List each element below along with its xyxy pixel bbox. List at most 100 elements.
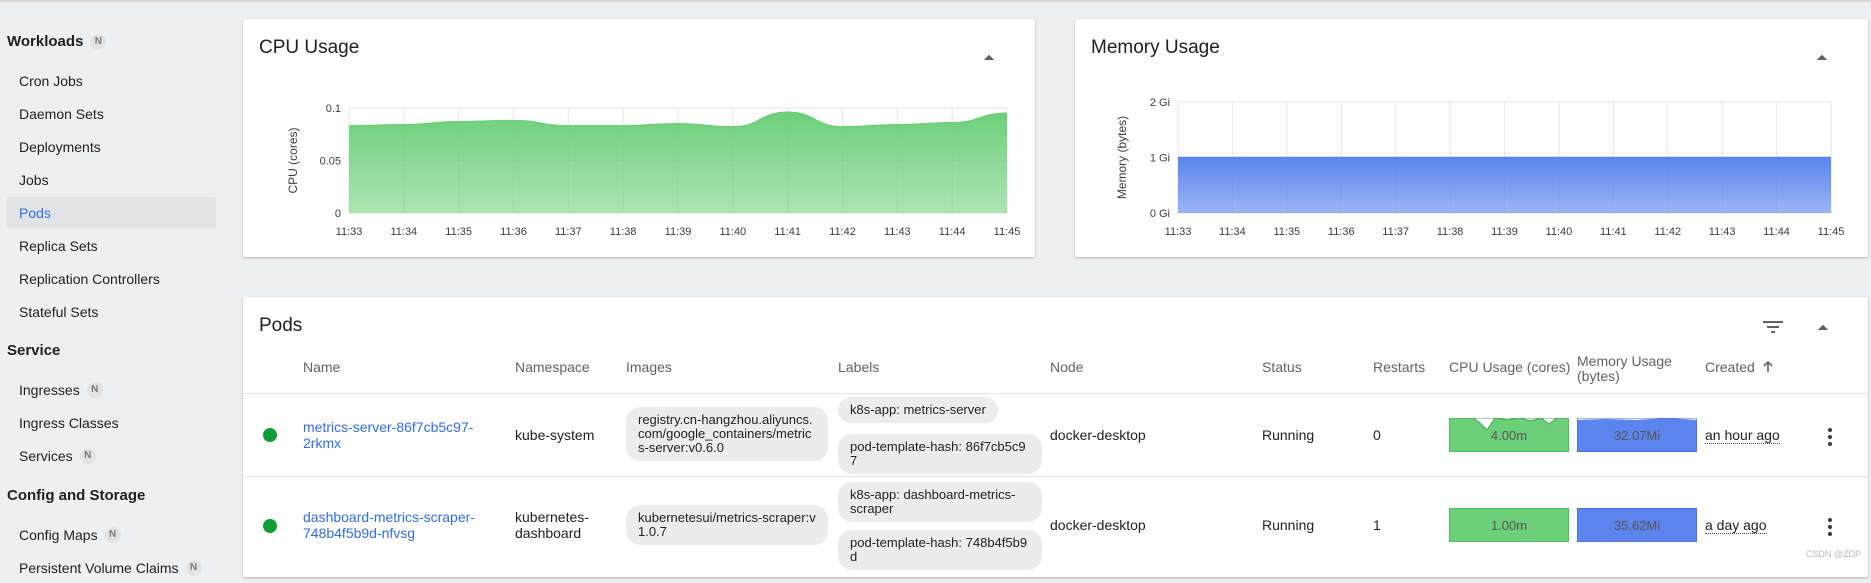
sidebar-nav: Workloads N Cron Jobs Daemon Sets Deploy… xyxy=(0,2,228,567)
pod-name-link[interactable]: dashboard-metrics-scraper-748b4f5b9d-nfv… xyxy=(303,509,493,541)
sidebar-item-daemon-sets[interactable]: Daemon Sets xyxy=(7,98,216,129)
sidebar-item-replica-sets[interactable]: Replica Sets xyxy=(7,230,216,261)
column-header-namespace[interactable]: Namespace xyxy=(515,360,590,375)
watermark: CSDN @ZDP xyxy=(1806,549,1861,559)
column-header-label: Created xyxy=(1705,359,1755,375)
new-badge: N xyxy=(105,527,121,543)
column-header-images: Images xyxy=(626,360,672,375)
sidebar-item-config-maps[interactable]: Config Maps N xyxy=(7,519,216,550)
pods-card: Pods Name Namespace Images Labels Node S… xyxy=(243,297,1868,577)
sidebar-item-label: Ingresses xyxy=(19,382,80,398)
more-vert-icon xyxy=(1828,428,1832,432)
column-header-status[interactable]: Status xyxy=(1262,360,1302,375)
x-tick-label: 11:33 xyxy=(336,226,363,238)
column-header-restarts[interactable]: Restarts xyxy=(1373,360,1425,375)
memory-usage-card: Memory Usage 0 Gi1 Gi2 Gi11:3311:3411:35… xyxy=(1075,19,1868,257)
sidebar-item-ingress-classes[interactable]: Ingress Classes xyxy=(7,407,216,438)
column-header-created[interactable]: Created xyxy=(1705,360,1773,375)
new-badge: N xyxy=(80,448,96,464)
pod-status: Running xyxy=(1262,517,1314,533)
x-tick-label: 11:42 xyxy=(1654,226,1681,238)
row-actions-menu[interactable] xyxy=(1820,424,1840,450)
y-axis-title: Memory (bytes) xyxy=(1115,116,1129,199)
more-vert-icon xyxy=(1828,518,1832,522)
sidebar-item-services[interactable]: Services N xyxy=(7,440,216,471)
label-chip: k8s-app: metrics-server xyxy=(838,397,998,423)
y-tick-label: 1 Gi xyxy=(1150,153,1170,165)
filter-icon xyxy=(1763,320,1783,334)
y-tick-label: 0.1 xyxy=(326,103,341,115)
column-header-name[interactable]: Name xyxy=(303,360,340,375)
x-tick-label: 11:35 xyxy=(445,226,472,238)
x-tick-label: 11:40 xyxy=(1546,226,1573,238)
memory-usage-chart: 0 Gi1 Gi2 Gi11:3311:3411:3511:3611:3711:… xyxy=(1075,19,1868,257)
pod-restarts: 1 xyxy=(1373,517,1381,533)
collapse-button[interactable] xyxy=(1813,317,1833,337)
x-tick-label: 11:45 xyxy=(994,226,1021,238)
sidebar-section-config-storage[interactable]: Config and Storage xyxy=(7,487,145,504)
cpu-sparkline: 4.00m xyxy=(1449,418,1569,452)
image-chip: kubernetesui/metrics-scraper:v1.0.7 xyxy=(626,505,828,545)
y-tick-label: 0.05 xyxy=(320,156,341,168)
x-tick-label: 11:38 xyxy=(610,226,637,238)
series-area xyxy=(349,112,1007,213)
x-tick-label: 11:41 xyxy=(1600,226,1627,238)
sidebar-item-cron-jobs[interactable]: Cron Jobs xyxy=(7,65,216,96)
cpu-value: 4.00m xyxy=(1449,418,1569,452)
pod-node-link[interactable]: docker-desktop xyxy=(1050,517,1146,533)
cpu-value: 1.00m xyxy=(1449,508,1569,542)
pod-restarts: 0 xyxy=(1373,427,1381,443)
x-tick-label: 11:43 xyxy=(884,226,911,238)
x-tick-label: 11:42 xyxy=(829,226,856,238)
sidebar-item-label: Config Maps xyxy=(19,527,98,543)
image-chip: registry.cn-hangzhou.aliyuncs.com/google… xyxy=(626,407,828,461)
pod-node-link[interactable]: docker-desktop xyxy=(1050,427,1146,443)
filter-button[interactable] xyxy=(1763,317,1783,337)
sidebar-section-workloads[interactable]: Workloads N xyxy=(7,33,106,50)
row-actions-menu[interactable] xyxy=(1820,514,1840,540)
sidebar-item-stateful-sets[interactable]: Stateful Sets xyxy=(7,296,216,327)
memory-sparkline: 32.07Mi xyxy=(1577,418,1697,452)
x-tick-label: 11:33 xyxy=(1165,226,1192,238)
series-area xyxy=(1178,158,1831,214)
sidebar-item-deployments[interactable]: Deployments xyxy=(7,131,216,162)
cpu-sparkline: 1.00m xyxy=(1449,508,1569,542)
y-tick-label: 0 xyxy=(335,208,341,220)
x-tick-label: 11:36 xyxy=(500,226,527,238)
sidebar-item-label: Services xyxy=(19,448,73,464)
sidebar-section-label: Config and Storage xyxy=(7,487,145,504)
label-chip: pod-template-hash: 748b4f5b9d xyxy=(838,530,1042,570)
column-header-cpu-usage: CPU Usage (cores) xyxy=(1449,360,1570,375)
x-tick-label: 11:37 xyxy=(1382,226,1409,238)
sidebar-item-replication-controllers[interactable]: Replication Controllers xyxy=(7,263,216,294)
sidebar-item-pods[interactable]: Pods xyxy=(7,197,216,228)
memory-sparkline: 35.62Mi xyxy=(1577,508,1697,542)
sidebar-item-jobs[interactable]: Jobs xyxy=(7,164,216,195)
pod-status: Running xyxy=(1262,427,1314,443)
memory-value: 35.62Mi xyxy=(1577,508,1697,542)
x-tick-label: 11:34 xyxy=(390,226,417,238)
x-tick-label: 11:39 xyxy=(665,226,692,238)
created-relative-time: a day ago xyxy=(1705,517,1767,534)
x-tick-label: 11:36 xyxy=(1328,226,1355,238)
x-tick-label: 11:43 xyxy=(1709,226,1736,238)
sidebar-section-service[interactable]: Service xyxy=(7,342,60,359)
status-running-icon xyxy=(263,519,277,533)
x-tick-label: 11:35 xyxy=(1273,226,1300,238)
new-badge: N xyxy=(186,560,202,576)
column-header-memory-usage: Memory Usage (bytes) xyxy=(1577,354,1687,384)
pod-namespace[interactable]: kube-system xyxy=(515,427,594,443)
x-tick-label: 11:41 xyxy=(774,226,801,238)
sidebar-item-ingresses[interactable]: Ingresses N xyxy=(7,374,216,405)
x-tick-label: 11:38 xyxy=(1437,226,1464,238)
pod-namespace[interactable]: kubernetes-dashboard xyxy=(515,509,615,541)
column-header-node[interactable]: Node xyxy=(1050,360,1083,375)
pod-name-link[interactable]: metrics-server-86f7cb5c97-2rkmx xyxy=(303,419,493,451)
x-tick-label: 11:40 xyxy=(719,226,746,238)
top-divider xyxy=(0,0,1871,2)
row-divider xyxy=(243,476,1868,477)
x-tick-label: 11:34 xyxy=(1219,226,1246,238)
sidebar-item-persistent-volume-claims[interactable]: Persistent Volume Claims N xyxy=(7,552,216,583)
memory-value: 32.07Mi xyxy=(1577,418,1697,452)
status-running-icon xyxy=(263,428,277,442)
